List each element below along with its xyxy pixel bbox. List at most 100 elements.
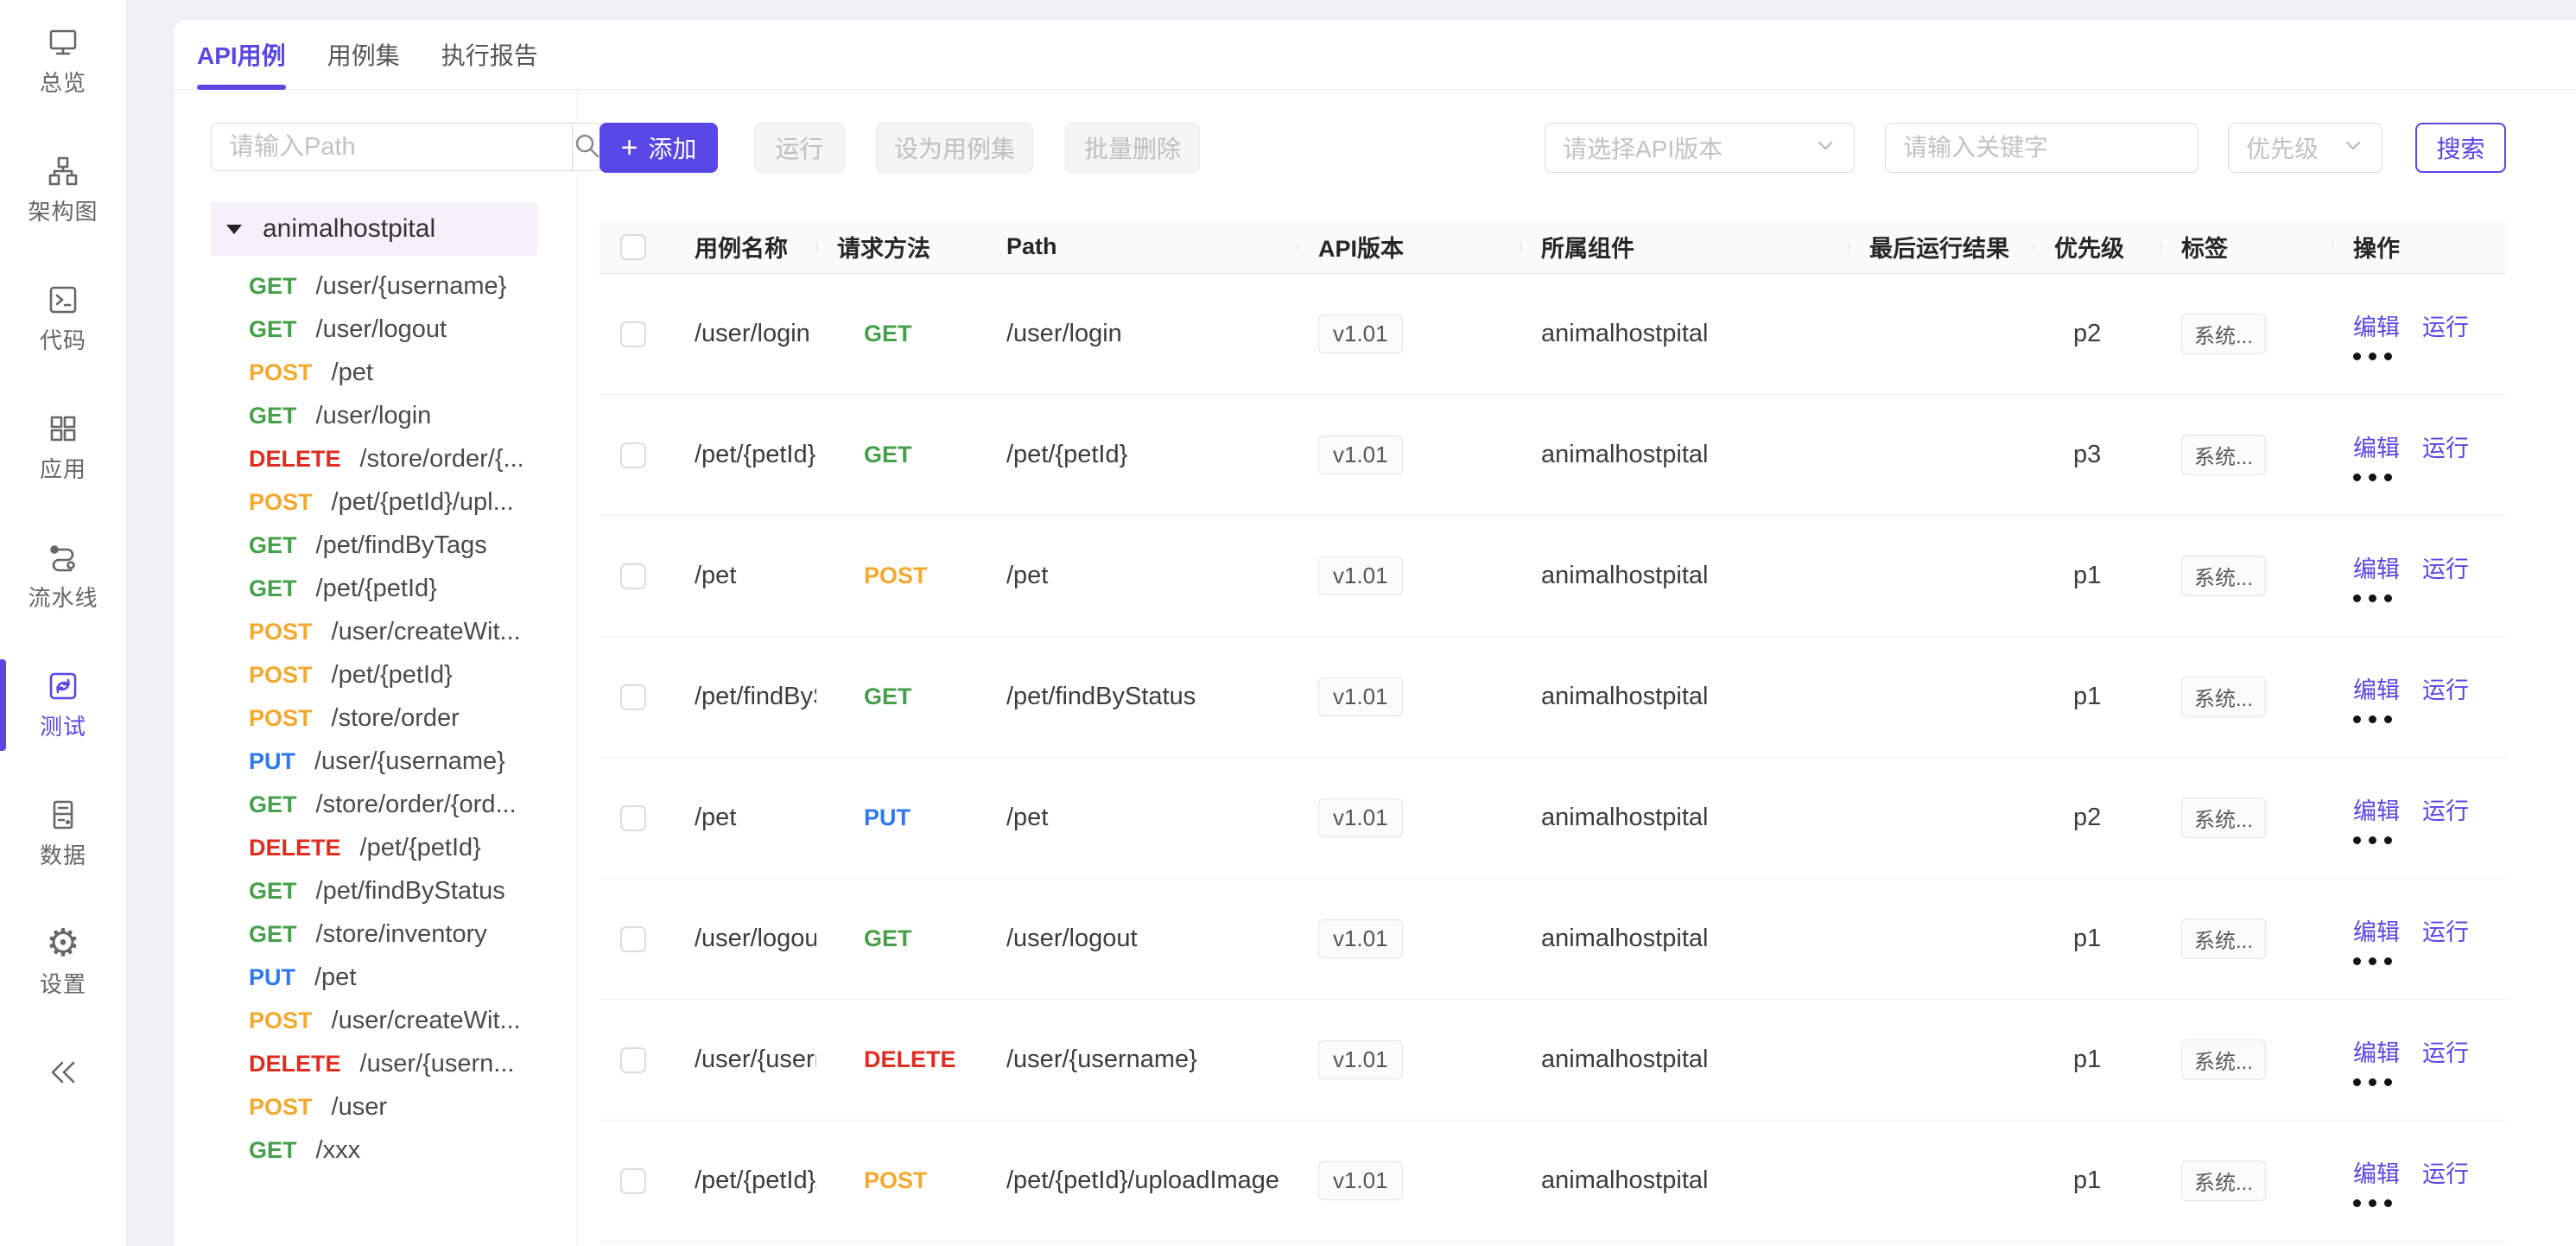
edit-link[interactable]: 编辑 [2353, 671, 2400, 705]
monitor-icon [45, 24, 81, 60]
edit-link[interactable]: 编辑 [2353, 550, 2400, 584]
cell-method: GET [816, 683, 986, 710]
tree-item[interactable]: POST /user/createWit... [211, 999, 577, 1042]
row-checkbox[interactable] [620, 926, 646, 952]
add-case-button[interactable]: + 添加 [600, 123, 718, 173]
edit-link[interactable]: 编辑 [2353, 429, 2400, 463]
keyword-input[interactable] [1885, 123, 2198, 173]
more-actions-icon[interactable] [2353, 351, 2506, 360]
run-link[interactable]: 运行 [2422, 550, 2469, 584]
edit-link[interactable]: 编辑 [2353, 1155, 2400, 1189]
tag-chip[interactable]: 系统... [2181, 556, 2266, 596]
more-actions-icon[interactable] [2353, 956, 2506, 965]
row-checkbox[interactable] [620, 1047, 646, 1073]
edit-link[interactable]: 编辑 [2353, 913, 2400, 947]
sidebar-item-流水线[interactable]: 流水线 [0, 539, 126, 613]
sidebar-item-架构图[interactable]: 架构图 [0, 153, 126, 226]
cell-component: animalhostpital [1520, 804, 1849, 832]
cell-method: GET [816, 442, 986, 468]
more-actions-icon[interactable] [2353, 1198, 2506, 1207]
tree-item[interactable]: POST /user [211, 1085, 577, 1128]
row-checkbox[interactable] [620, 805, 646, 831]
tab-执行报告[interactable]: 执行报告 [441, 20, 538, 89]
tree-item[interactable]: DELETE /pet/{petId} [211, 826, 577, 869]
run-link[interactable]: 运行 [2422, 1155, 2469, 1189]
edit-link[interactable]: 编辑 [2353, 792, 2400, 826]
row-checkbox[interactable] [620, 684, 646, 710]
tree-item[interactable]: GET /store/inventory [211, 912, 577, 956]
cell-method: PUT [816, 804, 986, 831]
cell-actions: 编辑 运行 [2332, 671, 2506, 723]
edit-link[interactable]: 编辑 [2353, 1034, 2400, 1068]
tree-item[interactable]: GET /pet/findByTags [211, 524, 577, 567]
tree-item[interactable]: POST /user/createWit... [211, 610, 577, 653]
tree-item[interactable]: GET /user/logout [211, 308, 577, 351]
run-link[interactable]: 运行 [2422, 913, 2469, 947]
tree-item[interactable]: PUT /user/{username} [211, 740, 577, 783]
tree-item[interactable]: GET /user/{username} [211, 264, 577, 308]
api-version-chip: v1.01 [1318, 1161, 1403, 1200]
run-link[interactable]: 运行 [2422, 1034, 2469, 1068]
tree-item[interactable]: GET /pet/findByStatus [211, 869, 577, 912]
tree-item[interactable]: POST /store/order [211, 696, 577, 740]
edit-link[interactable]: 编辑 [2353, 308, 2400, 342]
tree-item-method: POST [249, 662, 313, 689]
tree-item[interactable]: GET /xxx [211, 1128, 577, 1172]
tag-chip[interactable]: 系统... [2181, 919, 2266, 959]
tab-用例集[interactable]: 用例集 [327, 20, 400, 89]
row-checkbox-cell [600, 562, 674, 590]
sidebar-item-总览[interactable]: 总览 [0, 24, 126, 98]
tag-chip[interactable]: 系统... [2181, 1160, 2266, 1201]
more-actions-icon[interactable] [2353, 714, 2506, 723]
chevron-down-icon [2342, 134, 2364, 162]
row-checkbox[interactable] [620, 1168, 646, 1194]
tree-item[interactable]: POST /pet/{petId} [211, 653, 577, 696]
tag-chip[interactable]: 系统... [2181, 798, 2266, 838]
tree-item[interactable]: PUT /pet [211, 956, 577, 999]
sidebar-item-collapse[interactable] [0, 1054, 126, 1090]
sidebar-item-设置[interactable]: ⚙ 设置 [0, 925, 126, 999]
row-checkbox[interactable] [620, 563, 646, 589]
tree-item[interactable]: DELETE /user/{usern... [211, 1042, 577, 1085]
tab-API用例[interactable]: API用例 [197, 20, 286, 89]
select-all-checkbox[interactable] [620, 234, 646, 260]
more-actions-icon[interactable] [2353, 472, 2506, 481]
batch-delete-button[interactable]: 批量删除 [1065, 123, 1200, 173]
tree-item[interactable]: GET /user/login [211, 394, 577, 437]
tag-chip[interactable]: 系统... [2181, 314, 2266, 354]
table-row: /pet POST /pet v1.01 animalhostpital p1 … [600, 516, 2506, 637]
run-link[interactable]: 运行 [2422, 429, 2469, 463]
api-version-select[interactable]: 请选择API版本 [1545, 123, 1855, 173]
row-checkbox[interactable] [620, 321, 646, 347]
tree-item[interactable]: GET /pet/{petId} [211, 567, 577, 610]
plus-icon: + [621, 133, 638, 162]
tag-chip[interactable]: 系统... [2181, 677, 2266, 717]
tree-item[interactable]: POST /pet [211, 351, 577, 394]
sidebar-item-应用[interactable]: 应用 [0, 410, 126, 484]
tag-chip[interactable]: 系统... [2181, 435, 2266, 475]
tree-item[interactable]: POST /pet/{petId}/upl... [211, 480, 577, 524]
run-button[interactable]: 运行 [754, 123, 845, 173]
tree-root-node[interactable]: animalhostpital [211, 202, 537, 256]
row-checkbox-cell [600, 1046, 674, 1074]
column-header-API版本: API版本 [1298, 230, 1520, 264]
cell-tag: 系统... [2160, 1039, 2332, 1080]
run-link[interactable]: 运行 [2422, 792, 2469, 826]
sidebar-item-代码[interactable]: 代码 [0, 282, 126, 355]
tag-chip[interactable]: 系统... [2181, 1039, 2266, 1080]
priority-select[interactable]: 优先级 [2228, 123, 2382, 173]
more-actions-icon[interactable] [2353, 835, 2506, 844]
tree-item[interactable]: GET /store/order/{ord... [211, 783, 577, 826]
set-suite-button[interactable]: 设为用例集 [876, 123, 1033, 173]
path-search-input[interactable] [211, 123, 573, 171]
more-actions-icon[interactable] [2353, 1077, 2506, 1086]
search-button[interactable]: 搜索 [2415, 123, 2506, 173]
sidebar-item-测试[interactable]: 测试 [0, 668, 126, 741]
api-version-placeholder: 请选择API版本 [1563, 130, 1723, 165]
more-actions-icon[interactable] [2353, 593, 2506, 602]
tree-item[interactable]: DELETE /store/order/{... [211, 437, 577, 480]
run-link[interactable]: 运行 [2422, 308, 2469, 342]
row-checkbox[interactable] [620, 442, 646, 468]
sidebar-item-数据[interactable]: 数据 [0, 797, 126, 870]
run-link[interactable]: 运行 [2422, 671, 2469, 705]
